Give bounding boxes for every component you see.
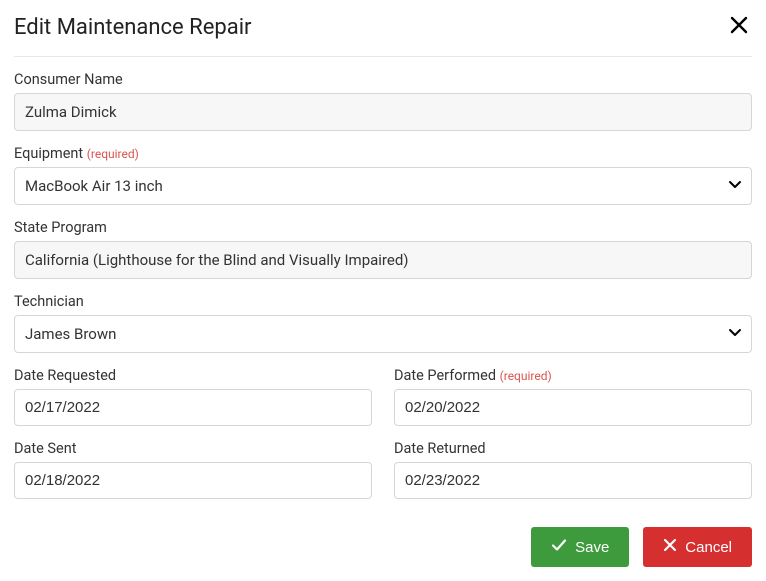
date-requested-input[interactable] xyxy=(14,389,372,426)
technician-value: James Brown xyxy=(14,315,752,353)
date-performed-field: Date Performed (required) xyxy=(394,367,752,426)
date-returned-label: Date Returned xyxy=(394,440,752,457)
modal-header: Edit Maintenance Repair xyxy=(14,12,752,57)
equipment-required: (required) xyxy=(87,147,139,161)
date-sent-input[interactable] xyxy=(14,462,372,499)
modal-footer: Save Cancel xyxy=(14,527,752,567)
date-row-1: Date Requested Date Performed (required) xyxy=(14,367,752,440)
date-sent-label: Date Sent xyxy=(14,440,372,457)
technician-select[interactable]: James Brown xyxy=(14,315,752,353)
date-requested-field: Date Requested xyxy=(14,367,372,426)
cancel-button-label: Cancel xyxy=(685,539,732,556)
close-icon[interactable] xyxy=(726,12,752,42)
modal-title: Edit Maintenance Repair xyxy=(14,15,252,40)
date-performed-required: (required) xyxy=(500,369,552,383)
date-returned-input[interactable] xyxy=(394,462,752,499)
save-button-label: Save xyxy=(575,539,609,556)
cancel-button[interactable]: Cancel xyxy=(643,527,752,567)
check-icon xyxy=(551,537,567,557)
state-program-value: California (Lighthouse for the Blind and… xyxy=(14,241,752,279)
equipment-value: MacBook Air 13 inch xyxy=(14,167,752,205)
close-icon xyxy=(663,538,677,556)
technician-field: Technician James Brown xyxy=(14,293,752,353)
consumer-name-label: Consumer Name xyxy=(14,71,752,88)
equipment-field: Equipment (required) MacBook Air 13 inch xyxy=(14,145,752,205)
state-program-label: State Program xyxy=(14,219,752,236)
save-button[interactable]: Save xyxy=(531,527,629,567)
consumer-name-field: Consumer Name Zulma Dimick xyxy=(14,71,752,131)
equipment-label: Equipment (required) xyxy=(14,145,752,162)
equipment-label-text: Equipment xyxy=(14,145,83,162)
equipment-select[interactable]: MacBook Air 13 inch xyxy=(14,167,752,205)
date-performed-label-text: Date Performed xyxy=(394,367,496,384)
date-sent-field: Date Sent xyxy=(14,440,372,499)
date-row-2: Date Sent Date Returned xyxy=(14,440,752,513)
edit-maintenance-repair-modal: Edit Maintenance Repair Consumer Name Zu… xyxy=(0,0,766,581)
state-program-select[interactable]: California (Lighthouse for the Blind and… xyxy=(14,241,752,279)
date-performed-input[interactable] xyxy=(394,389,752,426)
technician-label: Technician xyxy=(14,293,752,310)
state-program-field: State Program California (Lighthouse for… xyxy=(14,219,752,279)
date-returned-field: Date Returned xyxy=(394,440,752,499)
consumer-name-select[interactable]: Zulma Dimick xyxy=(14,93,752,131)
consumer-name-value: Zulma Dimick xyxy=(14,93,752,131)
date-requested-label: Date Requested xyxy=(14,367,372,384)
date-performed-label: Date Performed (required) xyxy=(394,367,752,384)
